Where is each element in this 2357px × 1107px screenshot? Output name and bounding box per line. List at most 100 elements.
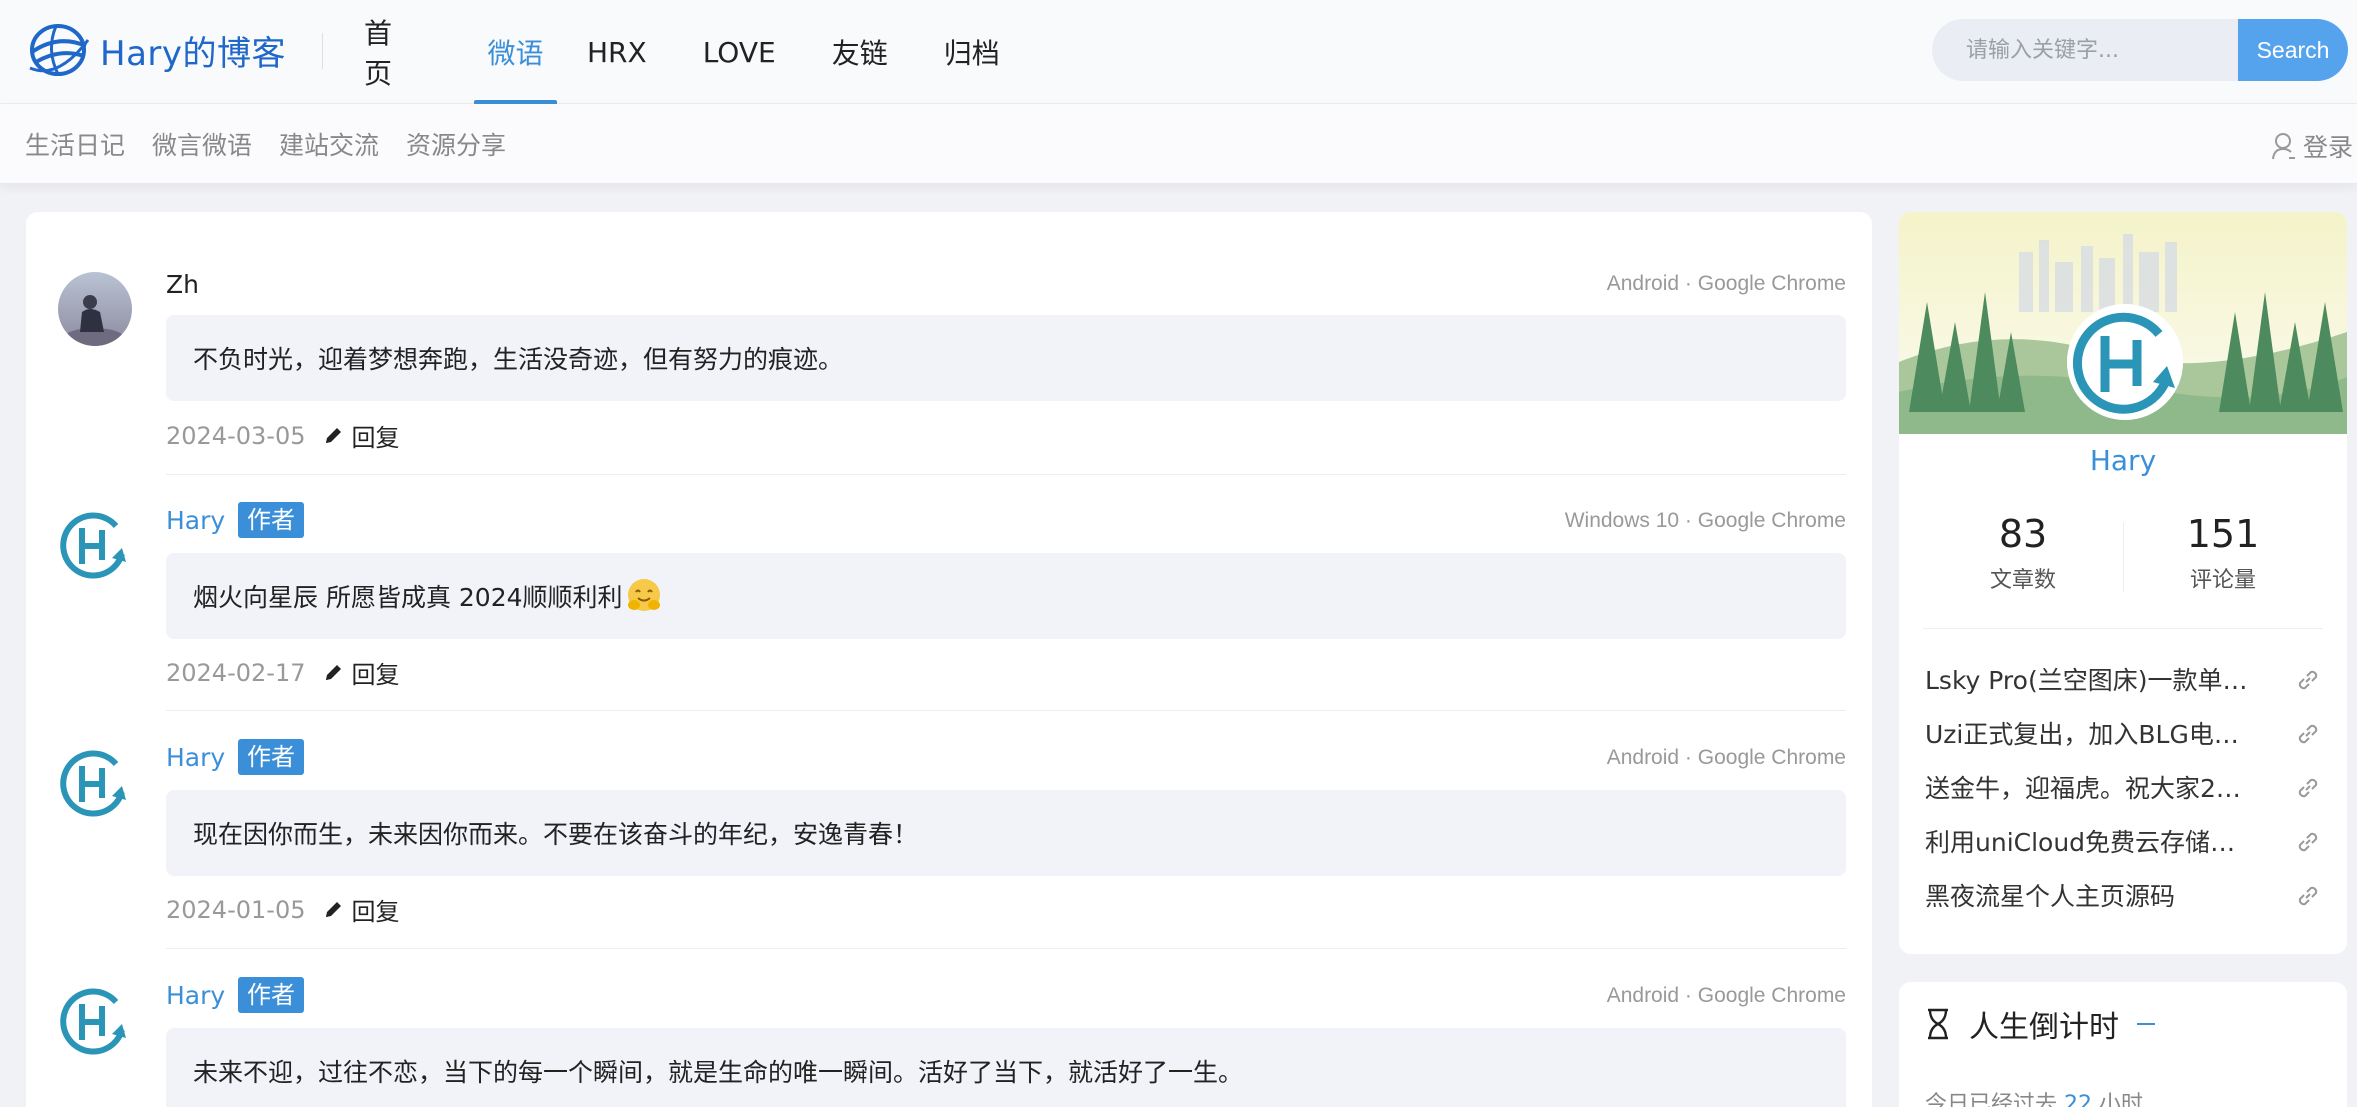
pencil-icon (326, 901, 342, 917)
post-date: 2024-01-05 (166, 895, 306, 924)
profile-stats: 83 文章数 151 评论量 (1923, 512, 2323, 596)
profile-card: Hary 83 文章数 151 评论量 Lsky Pro(兰空图床)一款单… U… (1899, 212, 2347, 954)
countdown-title: 人生倒计时 (1969, 1010, 2119, 1045)
author-badge: 作者 (238, 739, 304, 775)
hary-logo-icon (58, 508, 132, 582)
reply-button[interactable]: 回复 (323, 418, 399, 453)
avatar-image (58, 272, 132, 346)
category-site-building[interactable]: 建站交流 (279, 126, 379, 162)
category-life-diary[interactable]: 生活日记 (25, 126, 125, 162)
pencil-icon (326, 427, 342, 443)
search-bar: Search (1932, 19, 2348, 81)
post-content: 未来不迎，过往不恋，当下的每一个瞬间，就是生命的唯一瞬间。活好了当下，就活好了一… (166, 1028, 1846, 1107)
countdown-prefix: 今日已经过去 (1925, 1092, 2058, 1107)
search-input[interactable] (1932, 19, 2238, 81)
stat-articles-value: 83 (1998, 512, 2048, 556)
stat-articles-label: 文章数 (1989, 568, 2056, 593)
login-link[interactable]: 登录 (2271, 128, 2353, 164)
post-device: Windows 10 · Google Chrome (1564, 509, 1846, 532)
recent-post-link[interactable]: Uzi正式复出，加入BLG电… (1899, 706, 2347, 760)
post-device: Android · Google Chrome (1606, 746, 1846, 769)
header-divider (322, 33, 323, 69)
post-author[interactable]: Hary (166, 743, 225, 772)
profile-divider (1923, 628, 2323, 629)
recent-post-link[interactable]: Lsky Pro(兰空图床)一款单… (1899, 652, 2347, 706)
life-countdown-card: 人生倒计时 今日已经过去 22 小时 (1899, 982, 2347, 1107)
recent-post-title: 送金牛，迎福虎。祝大家20… (1925, 774, 2255, 803)
post-meta: 2024-03-05 回复 (166, 418, 399, 453)
author-avatar[interactable] (58, 746, 132, 820)
post-meta: 2024-01-05 回复 (166, 892, 399, 927)
author-badge: 作者 (238, 977, 304, 1013)
recent-post-title: 利用uniCloud免费云存储自… (1925, 828, 2255, 857)
countdown-header: 人生倒计时 (1925, 1002, 2155, 1046)
link-icon (2298, 724, 2318, 744)
link-icon (2298, 886, 2318, 906)
recent-post-link[interactable]: 黑夜流星个人主页源码 (1899, 868, 2347, 922)
nav-archive[interactable]: 归档 (944, 0, 1000, 104)
recent-post-title: Uzi正式复出，加入BLG电… (1925, 720, 2239, 749)
reply-button[interactable]: 回复 (323, 892, 399, 927)
post-author[interactable]: Zh (166, 270, 199, 299)
profile-name[interactable]: Hary (1899, 444, 2347, 477)
post-content-text: 烟火向星辰 所愿皆成真 2024顺顺利利 (193, 583, 623, 612)
post-content: 烟火向星辰 所愿皆成真 2024顺顺利利 (166, 553, 1846, 639)
nav-hrx[interactable]: HRX (587, 0, 647, 104)
user-icon (2271, 133, 2295, 160)
profile-logo-icon (2067, 304, 2183, 420)
recent-post-title: Lsky Pro(兰空图床)一款单… (1925, 666, 2248, 695)
hary-logo-icon (58, 746, 132, 820)
nav-friend-links[interactable]: 友链 (832, 0, 888, 104)
category-resources[interactable]: 资源分享 (406, 126, 506, 162)
post-date: 2024-02-17 (166, 658, 306, 687)
link-icon (2298, 832, 2318, 852)
countdown-text: 今日已经过去 22 小时 (1925, 1086, 2143, 1107)
post-divider (166, 474, 1846, 475)
nav-love[interactable]: LOVE (703, 0, 776, 104)
category-nav: 生活日记 微言微语 建站交流 资源分享 (25, 104, 533, 184)
stat-comments-label: 评论量 (2189, 568, 2256, 593)
search-button[interactable]: Search (2238, 19, 2348, 81)
nav-weiyu[interactable]: 微语 (474, 0, 557, 104)
link-icon (2298, 778, 2318, 798)
post-meta: 2024-02-17 回复 (166, 655, 399, 690)
reply-label: 回复 (351, 898, 400, 926)
author-avatar[interactable] (58, 508, 132, 582)
post-device: Android · Google Chrome (1606, 272, 1846, 295)
post-author[interactable]: Hary (166, 506, 225, 535)
recent-posts-list: Lsky Pro(兰空图床)一款单… Uzi正式复出，加入BLG电… 送金牛，迎… (1899, 652, 2347, 922)
countdown-hours: 22 (2064, 1092, 2093, 1107)
collapse-dash-icon[interactable] (2137, 1023, 2155, 1025)
post-date: 2024-03-05 (166, 421, 306, 450)
main-nav: 首页 微语 HRX LOVE 友链 归档 (364, 0, 1000, 104)
sub-header: 生活日记 微言微语 建站交流 资源分享 登录 (0, 104, 2357, 184)
reply-label: 回复 (351, 424, 400, 452)
author-avatar[interactable] (58, 984, 132, 1058)
reply-label: 回复 (351, 661, 400, 689)
hourglass-icon (1928, 1008, 1948, 1040)
stat-articles[interactable]: 83 文章数 (1923, 512, 2123, 594)
stat-comments[interactable]: 151 评论量 (2123, 512, 2323, 594)
login-label: 登录 (2302, 133, 2353, 162)
top-header: Hary的博客 首页 微语 HRX LOVE 友链 归档 Search (0, 0, 2357, 104)
pencil-icon (326, 664, 342, 680)
hary-logo-icon (58, 984, 132, 1058)
nav-home[interactable]: 首页 (364, 0, 418, 104)
post-divider (166, 948, 1846, 949)
site-logo[interactable]: Hary的博客 (28, 22, 286, 78)
countdown-suffix: 小时 (2099, 1092, 2144, 1107)
site-title: Hary的博客 (100, 33, 287, 74)
post-content: 不负时光，迎着梦想奔跑，生活没奇迹，但有努力的痕迹。 (166, 315, 1846, 401)
reply-button[interactable]: 回复 (323, 655, 399, 690)
globe-logo-icon (29, 24, 90, 76)
stat-comments-value: 151 (2186, 512, 2260, 556)
post-content: 现在因你而生，未来因你而来。不要在该奋斗的年纪，安逸青春！ (166, 790, 1846, 876)
recent-post-link[interactable]: 送金牛，迎福虎。祝大家20… (1899, 760, 2347, 814)
recent-post-title: 黑夜流星个人主页源码 (1925, 882, 2176, 911)
post-author[interactable]: Hary (166, 981, 225, 1010)
link-icon (2298, 670, 2318, 690)
hug-emoji-icon (627, 579, 660, 611)
category-micro-words[interactable]: 微言微语 (152, 126, 252, 162)
recent-post-link[interactable]: 利用uniCloud免费云存储自… (1899, 814, 2347, 868)
user-avatar[interactable] (58, 272, 132, 346)
